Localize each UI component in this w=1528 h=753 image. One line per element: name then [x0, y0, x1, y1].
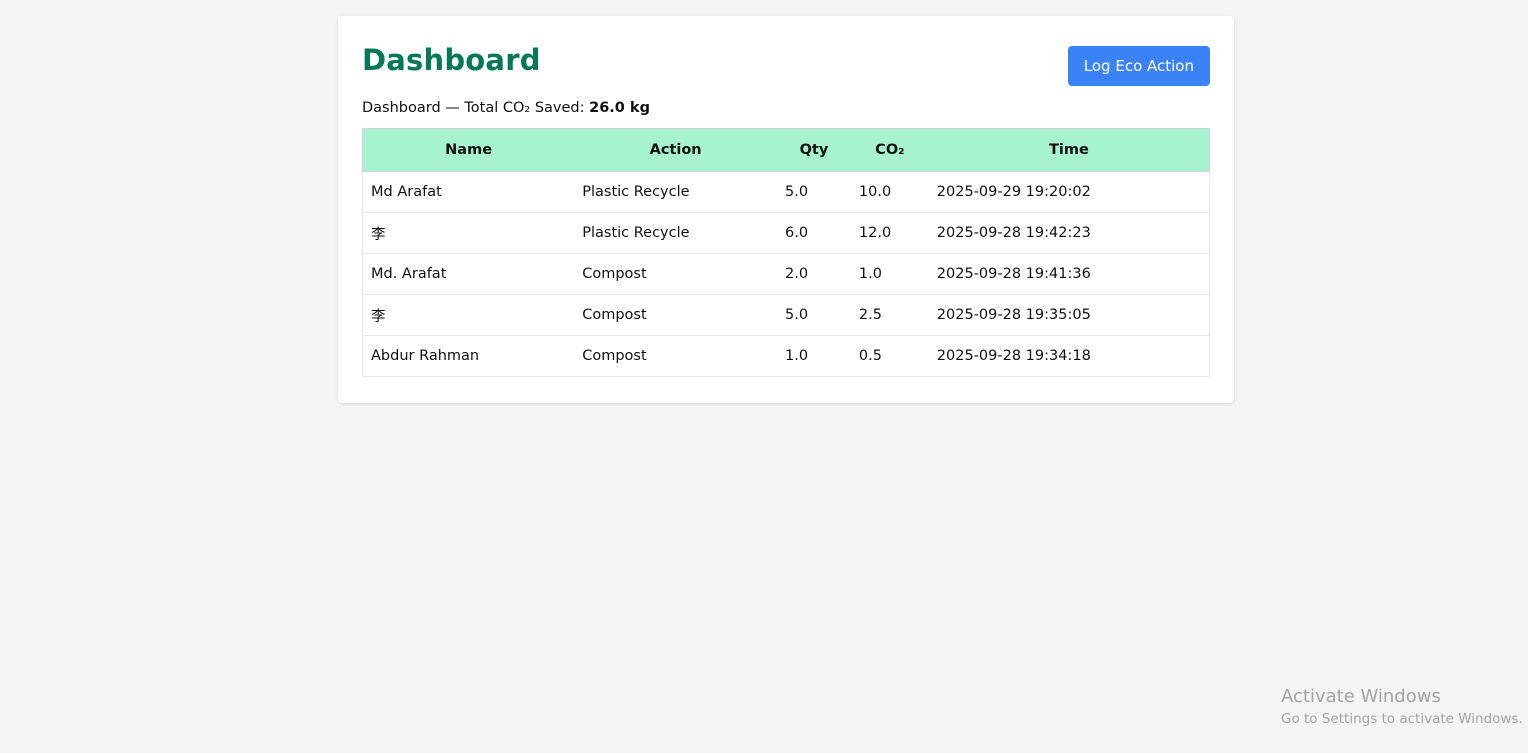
log-eco-action-button[interactable]: Log Eco Action	[1067, 46, 1210, 86]
cell-name: Md. Arafat	[362, 253, 575, 295]
table-row: Md Arafat Plastic Recycle 5.0 10.0 2025-…	[362, 171, 1210, 213]
cell-time: 2025-09-28 19:41:36	[928, 253, 1210, 295]
column-header-co2: CO₂	[850, 128, 929, 172]
cell-action: Compost	[574, 335, 777, 377]
watermark-subtitle: Go to Settings to activate Windows.	[1281, 711, 1523, 727]
cell-qty: 5.0	[777, 171, 851, 213]
total-co2-value: 26.0 kg	[589, 100, 650, 116]
cell-action: Plastic Recycle	[574, 171, 777, 213]
cell-co2: 1.0	[850, 253, 929, 295]
cell-name: 李	[362, 294, 575, 336]
column-header-name: Name	[362, 128, 575, 172]
cell-co2: 10.0	[850, 171, 929, 213]
cell-time: 2025-09-28 19:34:18	[928, 335, 1210, 377]
activate-windows-watermark: Activate Windows Go to Settings to activ…	[1281, 685, 1523, 729]
page-title: Dashboard	[362, 43, 541, 77]
table-row: 李 Compost 5.0 2.5 2025-09-28 19:35:05	[362, 294, 1210, 336]
column-header-time: Time	[928, 128, 1210, 172]
header-row: Dashboard Log Eco Action	[362, 40, 1210, 96]
co2-summary: Dashboard — Total CO₂ Saved: 26.0 kg	[362, 98, 1210, 128]
cell-action: Compost	[574, 253, 777, 295]
table-row: 李 Plastic Recycle 6.0 12.0 2025-09-28 19…	[362, 212, 1210, 254]
cell-qty: 5.0	[777, 294, 851, 336]
cell-qty: 1.0	[777, 335, 851, 377]
cell-co2: 0.5	[850, 335, 929, 377]
dashboard-card: Dashboard Log Eco Action Dashboard — Tot…	[338, 16, 1234, 403]
cell-name: Md Arafat	[362, 171, 575, 213]
column-header-action: Action	[574, 128, 777, 172]
cell-time: 2025-09-28 19:42:23	[928, 212, 1210, 254]
watermark-title: Activate Windows	[1281, 686, 1441, 707]
cell-co2: 12.0	[850, 212, 929, 254]
cell-time: 2025-09-29 19:20:02	[928, 171, 1210, 213]
cell-qty: 6.0	[777, 212, 851, 254]
cell-qty: 2.0	[777, 253, 851, 295]
cell-action: Plastic Recycle	[574, 212, 777, 254]
cell-action: Compost	[574, 294, 777, 336]
cell-time: 2025-09-28 19:35:05	[928, 294, 1210, 336]
cell-name: Abdur Rahman	[362, 335, 575, 377]
summary-label: Dashboard — Total CO₂ Saved:	[362, 100, 590, 116]
column-header-qty: Qty	[777, 128, 851, 172]
table-row: Abdur Rahman Compost 1.0 0.5 2025-09-28 …	[362, 335, 1210, 377]
table-header-row: Name Action Qty CO₂ Time	[362, 128, 1210, 172]
table-row: Md. Arafat Compost 2.0 1.0 2025-09-28 19…	[362, 253, 1210, 295]
cell-name: 李	[362, 212, 575, 254]
cell-co2: 2.5	[850, 294, 929, 336]
actions-table: Name Action Qty CO₂ Time Md Arafat Plast…	[362, 128, 1210, 377]
